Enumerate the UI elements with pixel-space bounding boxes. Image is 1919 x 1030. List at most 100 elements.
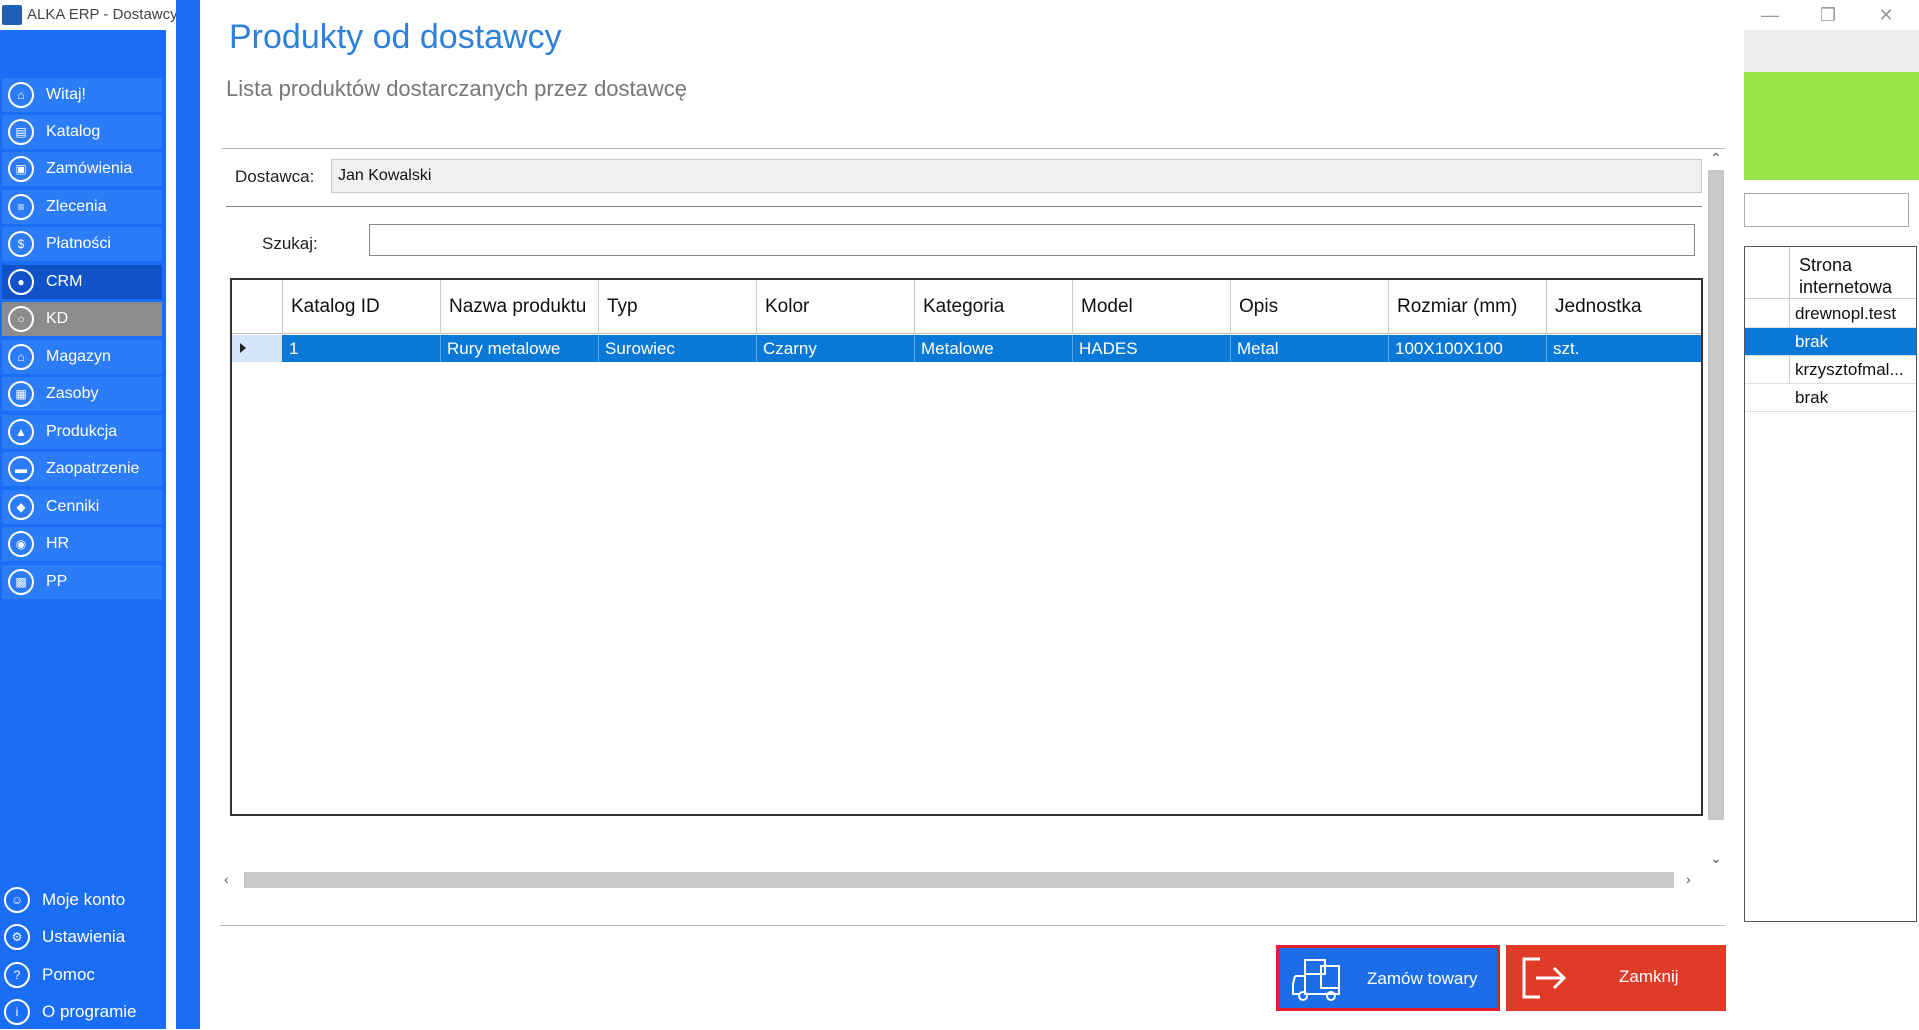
- delivery-truck-icon: [1292, 959, 1340, 1001]
- sidebar-item-pp[interactable]: ▩ PP: [2, 565, 162, 599]
- column-header-strona: Strona internetowa: [1799, 255, 1893, 297]
- home-icon: ⌂: [8, 82, 34, 108]
- table-row-selected[interactable]: brak: [1745, 328, 1916, 356]
- sidebar-item-katalog[interactable]: ▤ Katalog: [2, 115, 162, 149]
- truck-icon: ▬: [8, 456, 34, 482]
- cell-text: krzysztofmal...: [1795, 360, 1904, 379]
- search-input[interactable]: [369, 224, 1695, 256]
- column-header-kolor[interactable]: Kolor: [757, 280, 915, 334]
- divider: [220, 925, 1725, 926]
- scroll-down-icon[interactable]: ⌄: [1710, 850, 1722, 867]
- sidebar-item-cenniki[interactable]: ◆ Cenniki: [2, 490, 162, 524]
- order-goods-button[interactable]: Zamów towary: [1276, 945, 1500, 1011]
- sidebar-item-witaj[interactable]: ⌂ Witaj!: [2, 78, 162, 112]
- cell-opis[interactable]: Metal: [1231, 335, 1389, 362]
- close-icon[interactable]: ✕: [1866, 2, 1906, 28]
- factory-icon: ▲: [8, 419, 34, 445]
- sidebar-item-magazyn[interactable]: ⌂ Magazyn: [2, 340, 162, 374]
- table-row[interactable]: krzysztofmal...: [1745, 356, 1916, 384]
- sidebar: ⌂ Witaj! ▤ Katalog ▣ Zamówienia ≡ Zlecen…: [0, 30, 166, 1029]
- user-icon: ☺: [4, 887, 30, 913]
- background-table: Strona internetowa drewnopl.test brak kr…: [1744, 246, 1917, 922]
- cell-kolor[interactable]: Czarny: [757, 335, 915, 362]
- sidebar-item-hr[interactable]: ◉ HR: [2, 527, 162, 561]
- column-header-rozmiar[interactable]: Rozmiar (mm): [1389, 280, 1547, 334]
- sidebar-item-kd[interactable]: ○ KD: [2, 302, 162, 336]
- sidebar-item-zamowienia[interactable]: ▣ Zamówienia: [2, 152, 162, 186]
- sidebar-item-label: Produkcja: [46, 423, 118, 440]
- cell-kategoria[interactable]: Metalowe: [915, 335, 1073, 362]
- sidebar-item-label: Katalog: [46, 123, 101, 140]
- info-icon: i: [4, 999, 30, 1025]
- sidebar-item-label: Płatności: [46, 235, 111, 252]
- sidebar-item-platnosci[interactable]: $ Płatności: [2, 227, 162, 261]
- cell-katalog-id[interactable]: 1: [283, 335, 441, 362]
- sidebar-item-zasoby[interactable]: ▦ Zasoby: [2, 377, 162, 411]
- sidebar-ustawienia[interactable]: ⚙ Ustawienia: [0, 919, 166, 955]
- scroll-left-icon[interactable]: ‹: [224, 871, 229, 887]
- sidebar-pomoc[interactable]: ? Pomoc: [0, 957, 166, 993]
- sidebar-item-produkcja[interactable]: ▲ Produkcja: [2, 415, 162, 449]
- sidebar-item-label: Ustawienia: [42, 927, 126, 946]
- sidebar-o-programie[interactable]: i O programie: [0, 994, 166, 1030]
- column-header-nazwa-produktu[interactable]: Nazwa produktu: [441, 280, 599, 334]
- column-header-typ[interactable]: Typ: [599, 280, 757, 334]
- background-search-input[interactable]: [1744, 193, 1909, 227]
- row-header[interactable]: [232, 335, 282, 362]
- scroll-up-icon[interactable]: ⌃: [1710, 150, 1722, 167]
- table-row-selected[interactable]: 1 Rury metalowe Surowiec Czarny Metalowe…: [232, 335, 1701, 362]
- table-header[interactable]: Strona internetowa: [1745, 247, 1916, 299]
- background-toolbar: [1744, 30, 1919, 72]
- cell-jednostka[interactable]: szt.: [1547, 335, 1701, 362]
- horizontal-scrollbar[interactable]: ‹ ›: [222, 870, 1702, 890]
- close-button[interactable]: Zamknij: [1506, 945, 1726, 1011]
- column-header-opis[interactable]: Opis: [1231, 280, 1389, 334]
- scrollbar-thumb[interactable]: [1708, 170, 1724, 820]
- cell-nazwa-produktu[interactable]: Rury metalowe: [441, 335, 599, 362]
- book-icon: ▤: [8, 119, 34, 145]
- sidebar-item-label: Witaj!: [46, 86, 86, 103]
- cart-icon: ▣: [8, 156, 34, 182]
- sidebar-item-label: HR: [46, 535, 70, 552]
- supplier-label: Dostawca:: [235, 167, 315, 186]
- cell-typ[interactable]: Surowiec: [599, 335, 757, 362]
- sidebar-item-label: Zlecenia: [46, 198, 107, 215]
- dollar-icon: $: [8, 231, 34, 257]
- scroll-right-icon[interactable]: ›: [1686, 871, 1691, 887]
- minimize-icon[interactable]: —: [1750, 2, 1790, 28]
- tag-icon: ◆: [8, 494, 34, 520]
- restore-icon[interactable]: ❐: [1808, 2, 1848, 28]
- products-grid: Katalog ID Nazwa produktu Typ Kolor Kate…: [230, 278, 1703, 816]
- warehouse-icon: ⌂: [8, 344, 34, 370]
- sidebar-item-zaopatrzenie[interactable]: ▬ Zaopatrzenie: [2, 452, 162, 486]
- divider: [226, 206, 1702, 207]
- background-banner: [1744, 72, 1919, 180]
- cell-text: brak: [1795, 332, 1829, 351]
- table-row[interactable]: drewnopl.test: [1745, 300, 1916, 328]
- sidebar-item-label: Cenniki: [46, 498, 100, 515]
- scrollbar-thumb[interactable]: [244, 872, 1674, 888]
- table-row[interactable]: brak: [1745, 384, 1916, 412]
- sidebar-item-zlecenia[interactable]: ≡ Zlecenia: [2, 190, 162, 224]
- cell-model[interactable]: HADES: [1073, 335, 1231, 362]
- grid-header: Katalog ID Nazwa produktu Typ Kolor Kate…: [232, 280, 1701, 334]
- column-header-model[interactable]: Model: [1073, 280, 1231, 334]
- list-icon: ≡: [8, 194, 34, 220]
- search-label: Szukaj:: [262, 234, 318, 253]
- column-header-jednostka[interactable]: Jednostka: [1547, 280, 1701, 334]
- vertical-scrollbar[interactable]: ⌃ ⌄: [1706, 150, 1726, 870]
- forklift-icon: ▩: [8, 569, 34, 595]
- column-header-katalog-id[interactable]: Katalog ID: [283, 280, 441, 334]
- dialog-accent-bar: [176, 0, 200, 1029]
- cell-text: drewnopl.test: [1795, 304, 1897, 323]
- sidebar-item-crm[interactable]: ● CRM: [2, 265, 162, 299]
- sidebar-moje-konto[interactable]: ☺ Moje konto: [0, 882, 166, 918]
- supplier-field: Jan Kowalski: [331, 159, 1702, 193]
- row-pointer-icon: [240, 343, 246, 353]
- calendar-icon: ▦: [8, 381, 34, 407]
- sidebar-item-label: Zamówienia: [46, 160, 133, 177]
- column-header-kategoria[interactable]: Kategoria: [915, 280, 1073, 334]
- sidebar-item-label: Zasoby: [46, 385, 99, 402]
- cell-rozmiar[interactable]: 100X100X100: [1389, 335, 1547, 362]
- dialog-title: Produkty od dostawcy: [229, 18, 562, 56]
